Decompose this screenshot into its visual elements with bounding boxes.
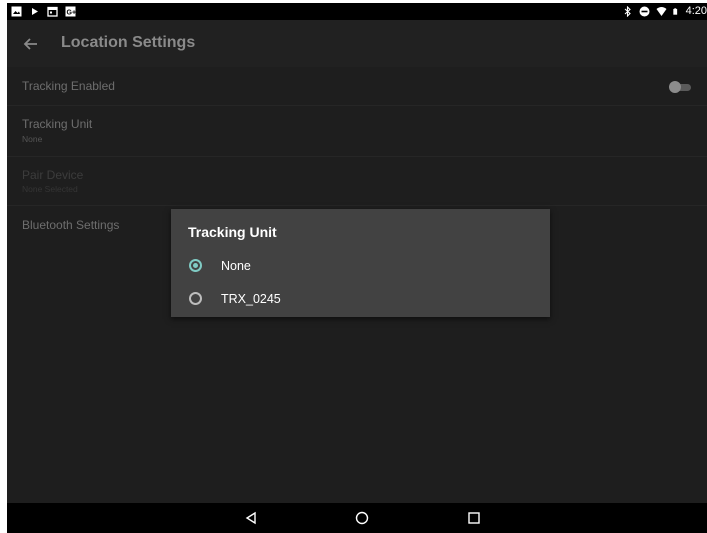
tracking-unit-dialog: Tracking Unit None TRX_0245: [171, 209, 550, 317]
radio-selected[interactable]: [189, 259, 202, 272]
back-icon[interactable]: [244, 511, 258, 525]
tracking-unit-row[interactable]: Tracking Unit None: [7, 106, 707, 157]
notification-icons: G+: [11, 6, 76, 17]
do-not-disturb-icon: [639, 6, 650, 16]
clock: 4:20: [685, 5, 707, 17]
svg-text:G+: G+: [67, 10, 77, 17]
page-title: Location Settings: [61, 34, 196, 51]
pair-device-value: None Selected: [22, 184, 78, 194]
tracking-unit-value: None: [22, 134, 43, 144]
tracking-enabled-switch[interactable]: [669, 81, 693, 93]
screen: G+ 4:20 Location Settings Tracking Enabl…: [7, 3, 707, 533]
bluetooth-icon: [624, 5, 631, 17]
play-store-icon: [32, 8, 38, 15]
navigation-bar: [7, 503, 707, 533]
back-arrow-icon[interactable]: [21, 34, 41, 54]
google-plus-icon: G+: [65, 6, 76, 17]
battery-icon: [672, 7, 677, 15]
dialog-title: Tracking Unit: [188, 224, 277, 240]
option-none[interactable]: None: [171, 253, 550, 283]
tracking-enabled-label: Tracking Enabled: [22, 79, 115, 93]
calendar-icon: [47, 6, 58, 17]
option-label: None: [221, 259, 251, 273]
tracking-unit-label: Tracking Unit: [22, 117, 93, 131]
radio-unselected[interactable]: [189, 292, 202, 305]
system-icons: 4:20: [622, 5, 707, 17]
switch-thumb: [669, 81, 681, 93]
option-trx-0245[interactable]: TRX_0245: [171, 286, 550, 316]
status-bar: G+ 4:20: [7, 3, 707, 20]
option-label: TRX_0245: [221, 292, 281, 306]
radio-dot: [193, 263, 198, 268]
recents-icon[interactable]: [467, 511, 481, 525]
image-icon: [11, 6, 22, 17]
pair-device-label: Pair Device: [22, 168, 84, 182]
home-icon[interactable]: [355, 511, 369, 525]
bluetooth-settings-label: Bluetooth Settings: [22, 218, 120, 232]
app-bar: Location Settings: [7, 20, 707, 67]
pair-device-row: Pair Device None Selected: [7, 157, 707, 206]
wifi-icon: [656, 6, 667, 16]
tracking-enabled-row[interactable]: Tracking Enabled: [7, 67, 707, 106]
